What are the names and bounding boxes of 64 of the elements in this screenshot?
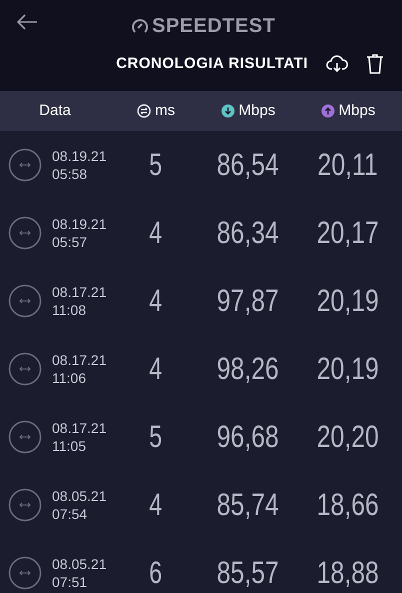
result-row[interactable]: 08.17.21 11:05 5 96,68 20,20 [0, 403, 402, 471]
upload-value: 20,20 [316, 420, 380, 454]
connection-icon [8, 420, 42, 454]
result-date: 08.05.21 [52, 487, 106, 505]
result-time: 05:57 [52, 233, 88, 251]
result-date: 08.17.21 [52, 351, 106, 369]
result-time: 07:54 [52, 505, 88, 523]
column-header: ms [155, 100, 175, 121]
cloud-download-button[interactable] [326, 54, 348, 74]
connection-icon [8, 556, 42, 590]
upload-value: 20,19 [316, 284, 380, 318]
upload-value: 20,11 [318, 148, 378, 182]
download-value: 86,34 [216, 216, 280, 250]
download-value: 97,87 [216, 284, 280, 318]
result-date: 08.19.21 [52, 215, 106, 233]
upload-value: 20,17 [316, 216, 380, 250]
result-time: 11:06 [52, 369, 87, 387]
result-time: 07:51 [52, 573, 88, 591]
connection-icon [8, 352, 42, 386]
ping-value: 4 [150, 488, 162, 522]
delete-button[interactable] [366, 53, 384, 75]
upload-icon [320, 104, 335, 118]
upload-value: 18,88 [316, 556, 380, 590]
logo-text: SPEEDTEST [152, 14, 276, 39]
download-value: 96,68 [216, 420, 280, 454]
ping-value: 5 [150, 420, 162, 454]
result-time: 05:58 [52, 165, 88, 183]
download-value: 85,57 [216, 556, 280, 590]
result-date: 08.17.21 [52, 419, 106, 437]
column-header: Mbps [338, 100, 376, 121]
ping-value: 4 [150, 352, 162, 386]
result-date: 08.05.21 [52, 555, 106, 573]
back-arrow-icon [16, 13, 38, 31]
result-row[interactable]: 08.05.21 07:54 4 85,74 18,66 [0, 471, 402, 539]
trash-icon [366, 53, 384, 75]
connection-icon [8, 216, 42, 250]
download-icon [220, 104, 235, 118]
upload-value: 20,19 [316, 352, 380, 386]
connection-icon [8, 284, 42, 318]
download-value: 86,54 [216, 148, 280, 182]
result-row[interactable]: 08.05.21 07:51 6 85,57 18,88 [0, 539, 402, 593]
result-time: 11:05 [52, 437, 87, 455]
result-row[interactable]: 08.17.21 11:06 4 98,26 20,19 [0, 335, 402, 403]
download-value: 85,74 [216, 488, 280, 522]
gauge-icon [131, 17, 149, 35]
page-title: CRONOLOGIA RISULTATI [116, 54, 308, 74]
connection-icon [8, 148, 42, 182]
download-value: 98,26 [216, 352, 280, 386]
result-row[interactable]: 08.19.21 05:58 5 86,54 20,11 [0, 131, 402, 199]
result-date: 08.17.21 [52, 283, 106, 301]
ping-value: 5 [150, 148, 162, 182]
ping-value: 4 [150, 216, 162, 250]
result-row[interactable]: 08.17.21 11:08 4 97,87 20,19 [0, 267, 402, 335]
ping-value: 4 [150, 284, 162, 318]
result-time: 11:08 [52, 301, 87, 319]
result-row[interactable]: 08.19.21 05:57 4 86,34 20,17 [0, 199, 402, 267]
column-header: Data [39, 100, 71, 121]
cloud-download-icon [326, 54, 348, 74]
ping-value: 6 [150, 556, 162, 590]
result-date: 08.19.21 [52, 147, 106, 165]
upload-value: 18,66 [316, 488, 380, 522]
ping-icon [137, 104, 151, 118]
connection-icon [8, 488, 42, 522]
column-header: Mbps [238, 100, 276, 121]
